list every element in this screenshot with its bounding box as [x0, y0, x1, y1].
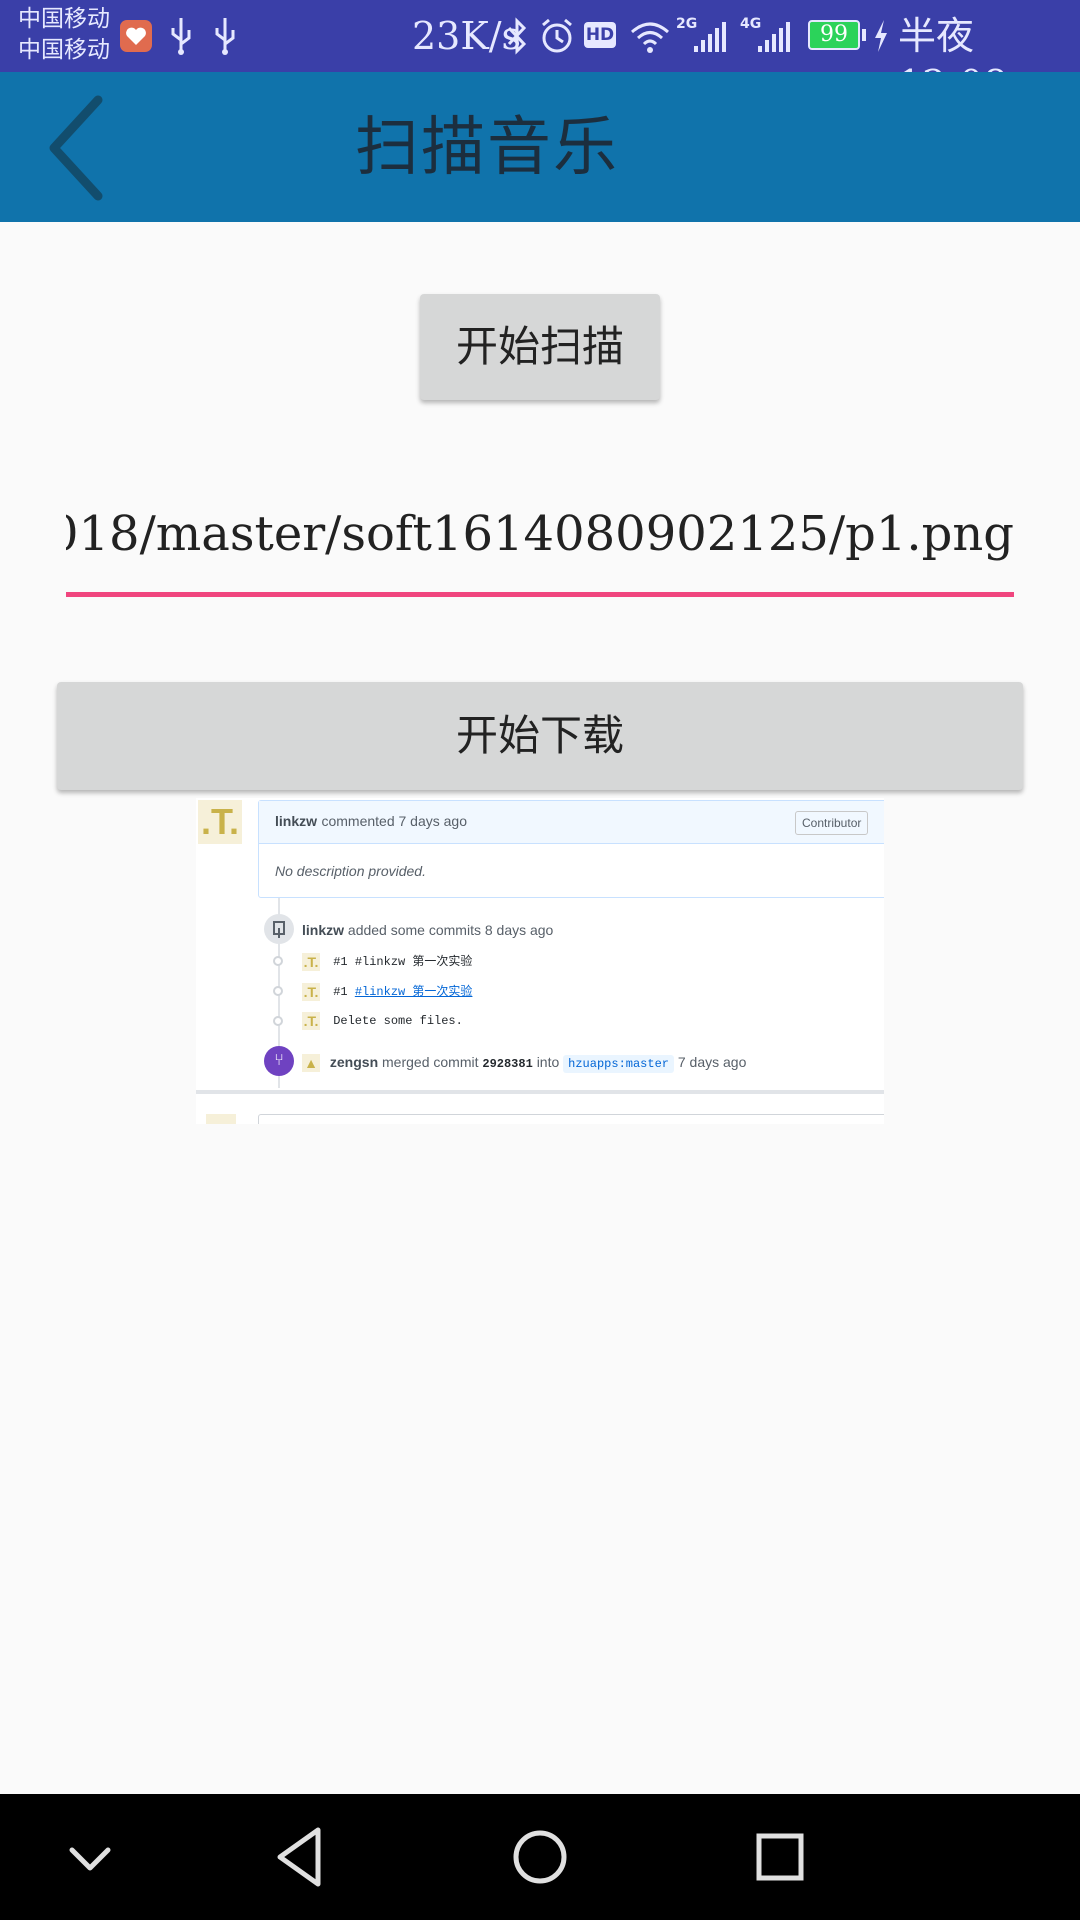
carrier-labels: 中国移动 中国移动 — [18, 4, 110, 66]
battery-cap — [862, 29, 866, 41]
input-underline — [66, 592, 1014, 597]
commit-dot — [273, 1016, 283, 1026]
comment-header-text: linkzw commented 7 days ago — [275, 813, 467, 831]
commit-message-link: #linkzw 第一次实验 — [354, 985, 473, 999]
start-scan-button[interactable]: 开始扫描 — [420, 294, 660, 400]
commit-event-icon — [264, 914, 294, 944]
commits-meta: added some commits 8 days ago — [347, 922, 554, 938]
app-toolbar: 扫描音乐 — [0, 72, 1080, 222]
contributor-badge: Contributor — [795, 811, 869, 835]
commit-dot — [273, 956, 283, 966]
battery-icon: 99 — [808, 20, 860, 50]
timeline-divider — [196, 1090, 884, 1094]
merge-time: 7 days ago — [677, 1054, 747, 1070]
home-icon[interactable] — [510, 1822, 570, 1892]
status-bar: 中国移动 中国移动 23K/s HD 2G 4G 99 半夜 — [0, 0, 1080, 106]
merge-event-text: ▲ zengsn merged commit 2928381 into hzua… — [302, 1054, 747, 1073]
commit-dot — [273, 986, 283, 996]
merge-icon: ⑂ — [264, 1046, 294, 1076]
commit-avatar: .T. — [302, 952, 320, 971]
commit-row: .T. #1 #linkzw 第一次实验 — [302, 952, 472, 971]
merge-action: merged commit — [382, 1054, 479, 1070]
comment-box — [258, 1114, 884, 1124]
image-url-field[interactable]: https://raw.githubusercontent.com/hzuapp… — [66, 496, 1014, 600]
carrier-1: 中国移动 — [18, 6, 110, 32]
usb-icon — [171, 18, 191, 55]
commit-avatar: .T. — [302, 1012, 320, 1030]
merge-sha: 2928381 — [482, 1057, 533, 1071]
back-arrow-icon — [49, 95, 103, 201]
bluetooth-icon — [507, 17, 527, 55]
back-button[interactable] — [40, 92, 120, 204]
comment-meta: commented 7 days ago — [321, 813, 467, 829]
health-app-icon — [120, 20, 152, 52]
merge-branch: hzuapps:master — [563, 1055, 674, 1073]
usb-icon — [215, 18, 235, 55]
back-icon[interactable] — [270, 1822, 330, 1892]
commit-prefix: #1 — [333, 985, 348, 999]
merge-author: zengsn — [329, 1054, 379, 1070]
charging-icon — [875, 20, 887, 52]
signal-icon — [694, 22, 726, 52]
downloaded-image: .T. linkzw commented 7 days ago Contribu… — [196, 798, 884, 1124]
commit-row: .T. #1 #linkzw 第一次实验 — [302, 982, 472, 1001]
avatar: .T. — [198, 800, 242, 844]
signal-icon — [758, 22, 790, 52]
comment-box: linkzw commented 7 days ago Contributor … — [258, 800, 884, 898]
comment-author: linkzw — [275, 813, 318, 829]
commit-message: #linkzw 第一次实验 — [354, 955, 473, 969]
commit-prefix: #1 — [333, 955, 348, 969]
image-url-input[interactable]: https://raw.githubusercontent.com/hzuapp… — [66, 496, 1014, 572]
commits-author: linkzw — [302, 922, 345, 938]
commit-message: Delete some files. — [333, 1014, 463, 1029]
collapse-icon[interactable] — [60, 1822, 120, 1892]
merge-avatar: ▲ — [302, 1054, 320, 1073]
hd-icon: HD — [584, 22, 616, 48]
alarm-icon — [542, 18, 572, 53]
commit-avatar: .T. — [302, 982, 320, 1001]
commits-event-text: linkzw added some commits 8 days ago — [302, 922, 553, 938]
merge-into: into — [536, 1054, 560, 1070]
navigation-bar — [0, 1794, 1080, 1920]
comment-header: linkzw commented 7 days ago Contributor — [259, 801, 884, 844]
avatar-glyph: .T. — [200, 801, 239, 842]
avatar — [206, 1114, 236, 1124]
comment-body: No description provided. — [275, 863, 426, 879]
page-title: 扫描音乐 — [355, 111, 619, 185]
carrier-2: 中国移动 — [18, 37, 110, 63]
start-download-button[interactable]: 开始下载 — [57, 682, 1023, 790]
commit-row: .T. Delete some files. — [302, 1012, 463, 1030]
wifi-icon — [631, 22, 669, 53]
recents-icon[interactable] — [750, 1822, 810, 1892]
